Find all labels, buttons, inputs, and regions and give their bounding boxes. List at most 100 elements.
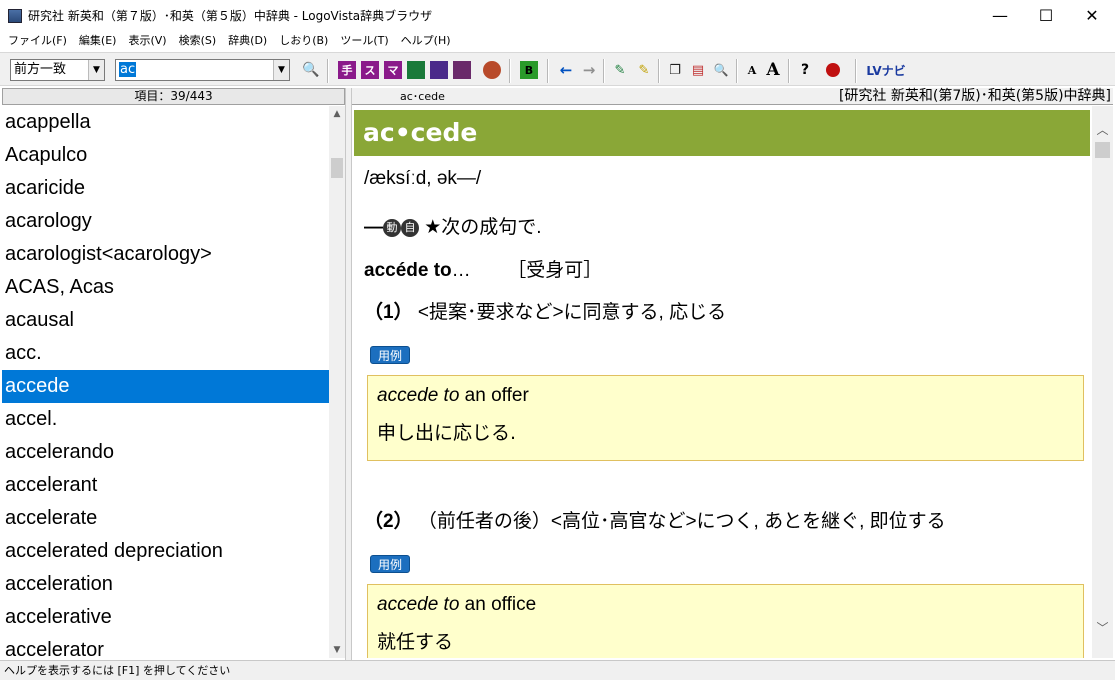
dictionary-icon-6[interactable] [453, 61, 471, 79]
help-pointer-icon[interactable]: ? [796, 61, 814, 79]
menu-help[interactable]: ヘルプ(H) [395, 31, 457, 51]
globe-icon[interactable] [483, 61, 501, 79]
list-item[interactable]: acceleration [2, 568, 329, 601]
dictionary-icon-5[interactable] [430, 61, 448, 79]
scroll-up-icon[interactable]: ︿ [1092, 120, 1113, 140]
pronunciation: /æksíːd, ək—/ [364, 168, 482, 189]
example-1-rest: an offer [459, 385, 529, 406]
menu-bar: ファイル(F) 編集(E) 表示(V) 検索(S) 辞典(D) しおり(B) ツ… [0, 31, 1115, 51]
list-item[interactable]: acaricide [2, 172, 329, 205]
list-item[interactable]: accelerate [2, 502, 329, 535]
example-1-phrase: accede to [377, 385, 460, 406]
maximize-button[interactable]: ☐ [1023, 0, 1069, 31]
headword: ac•cede [354, 110, 1090, 156]
scrollbar-thumb[interactable] [1095, 142, 1110, 158]
list-item[interactable]: accelerando [2, 436, 329, 469]
te-dictionary-button[interactable]: 手 [338, 61, 356, 79]
list-item[interactable]: acarologist<acarology> [2, 238, 329, 271]
marker-icon[interactable]: ✎ [611, 61, 629, 79]
zoom-icon[interactable]: 🔍 [712, 61, 730, 79]
word-list-scrollbar[interactable]: ▲ ▼ [329, 106, 345, 658]
ma-dictionary-button[interactable]: マ [384, 61, 402, 79]
intransitive-badge: 自 [401, 219, 419, 237]
sense-1-text: <提案･要求など>に同意する, 応じる [412, 302, 727, 323]
menu-tools[interactable]: ツール(T) [334, 31, 394, 51]
phrase-note: ［受身可］ [507, 260, 603, 281]
entry-scrollbar[interactable]: ︿ ﹀ [1092, 106, 1113, 658]
scroll-up-icon[interactable]: ▲ [329, 106, 345, 122]
search-mode-value: 前方一致 [14, 62, 67, 77]
stop-icon[interactable] [826, 63, 840, 77]
back-arrow-icon[interactable]: ← [557, 61, 575, 79]
toolbar-separator [658, 59, 660, 83]
lv-navi-button[interactable]: LVナビ [864, 61, 908, 79]
chevron-down-icon[interactable]: ▼ [273, 60, 289, 80]
status-bar: ヘルプを表示するには [F1] を押してください [0, 660, 1115, 680]
scroll-down-icon[interactable]: ▼ [329, 642, 345, 658]
search-input-value: ac [119, 62, 137, 77]
search-input[interactable]: ac ▼ [115, 59, 290, 81]
close-button[interactable]: ✕ [1069, 0, 1115, 31]
b-button[interactable]: B [520, 61, 538, 79]
list-item[interactable]: acappella [2, 106, 329, 139]
example-2-rest: an office [459, 594, 537, 615]
list-item[interactable]: accelerative [2, 601, 329, 634]
sense-1-number: （1） [364, 302, 413, 323]
binoculars-icon[interactable]: 🔍 [302, 61, 320, 79]
phrase-line: accéde to… ［受身可］ [364, 255, 602, 282]
verb-badge: 動 [383, 219, 401, 237]
example-1-ja: 申し出に応じる. [377, 422, 517, 444]
list-item[interactable]: acarology [2, 205, 329, 238]
chevron-down-icon[interactable]: ▼ [88, 60, 104, 80]
list-item[interactable]: acausal [2, 304, 329, 337]
format-icon[interactable]: ▤ [689, 61, 707, 79]
scrollbar-thumb[interactable] [331, 158, 343, 178]
example-2-en: accede to an office [377, 594, 536, 616]
dictionary-icon-4[interactable] [407, 61, 425, 79]
entry-content: ac•cede /æksíːd, ək—/ — 動自 ★次の成句で. accéde… [352, 106, 1092, 658]
list-item[interactable]: ACAS, Acas [2, 271, 329, 304]
scroll-down-icon[interactable]: ﹀ [1092, 618, 1113, 638]
forward-arrow-icon[interactable]: → [580, 61, 598, 79]
toolbar-separator [603, 59, 605, 83]
toolbar-separator [509, 59, 511, 83]
phrase: accéde to [364, 260, 452, 281]
menu-view[interactable]: 表示(V) [122, 31, 172, 51]
su-dictionary-button[interactable]: ス [361, 61, 379, 79]
list-item[interactable]: accelerator [2, 634, 329, 658]
title-bar: 研究社 新英和（第７版）･和英（第５版）中辞典 - LogoVista辞典ブラウ… [0, 0, 1115, 31]
search-mode-select[interactable]: 前方一致 ▼ [10, 59, 105, 81]
pencil-icon[interactable]: ✎ [635, 61, 653, 79]
list-item[interactable]: accelerant [2, 469, 329, 502]
entry-tab[interactable]: ac･cede [400, 88, 445, 105]
list-item[interactable]: acc. [2, 337, 329, 370]
menu-bookmark[interactable]: しおり(B) [273, 31, 334, 51]
example-badge[interactable]: 用例 [370, 555, 410, 573]
example-box: accede to an office 就任する [367, 584, 1084, 658]
copy-icon[interactable]: ❐ [666, 61, 684, 79]
menu-search[interactable]: 検索(S) [173, 31, 223, 51]
example-2-phrase: accede to [377, 594, 460, 615]
example-2-ja: 就任する [377, 631, 454, 653]
toolbar: 前方一致 ▼ ac ▼ 🔍 手 ス マ B ← → ✎ ✎ ❐ ▤ 🔍 A A … [0, 52, 1115, 86]
menu-dictionary[interactable]: 辞典(D) [222, 31, 273, 51]
menu-file[interactable]: ファイル(F) [2, 31, 73, 51]
font-small-button[interactable]: A [743, 61, 761, 79]
example-box: accede to an offer 申し出に応じる. [367, 375, 1084, 461]
list-item[interactable]: Acapulco [2, 139, 329, 172]
list-item[interactable]: accel. [2, 403, 329, 436]
menu-edit[interactable]: 編集(E) [73, 31, 123, 51]
example-1-en: accede to an offer [377, 385, 529, 407]
part-of-speech-line: — 動自 ★次の成句で. [364, 212, 542, 239]
window-title: 研究社 新英和（第７版）･和英（第５版）中辞典 - LogoVista辞典ブラウ… [28, 9, 433, 23]
toolbar-separator [327, 59, 329, 83]
word-list[interactable]: acappella Acapulco acaricide acarology a… [2, 106, 329, 658]
example-badge[interactable]: 用例 [370, 346, 410, 364]
list-item[interactable]: accelerated depreciation [2, 535, 329, 568]
font-large-button[interactable]: A [764, 60, 782, 80]
pos-dash: — [364, 217, 383, 238]
list-item-selected[interactable]: accede [2, 370, 329, 403]
dictionary-name: [研究社 新英和(第7版)･和英(第5版)中辞典] [838, 88, 1111, 104]
minimize-button[interactable]: — [977, 0, 1023, 31]
pane-splitter[interactable] [345, 88, 352, 660]
